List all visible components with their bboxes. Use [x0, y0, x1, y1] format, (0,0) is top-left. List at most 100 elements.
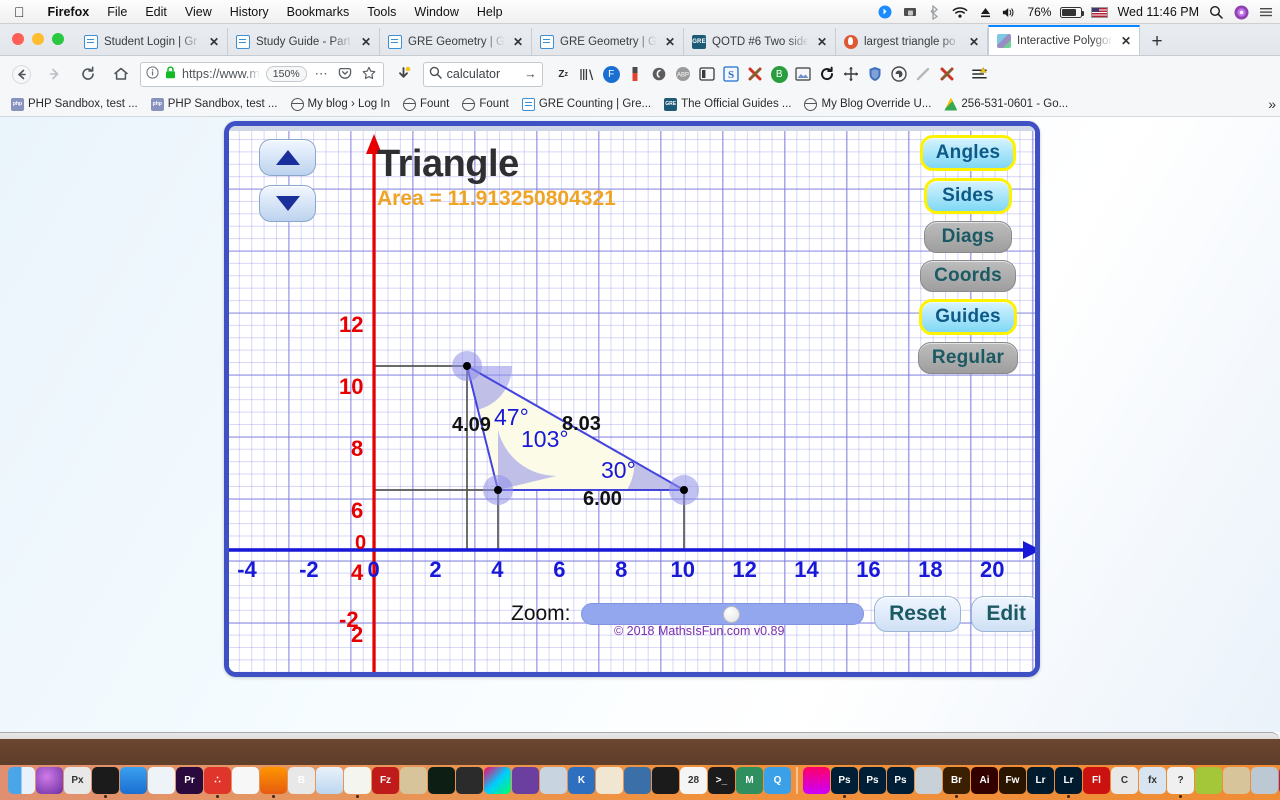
colorsync-icon[interactable]: [484, 767, 511, 794]
image-capture-icon[interactable]: [540, 767, 567, 794]
pencil-icon[interactable]: [915, 66, 932, 83]
app-store-icon[interactable]: [120, 767, 147, 794]
close-tab-icon[interactable]: ✕: [359, 35, 373, 49]
terminal-icon[interactable]: >_: [708, 767, 735, 794]
library-icon[interactable]: [579, 66, 596, 83]
menu-item-edit[interactable]: Edit: [136, 5, 176, 19]
reset-button[interactable]: Reset: [874, 596, 962, 632]
screen-lock-icon[interactable]: [902, 4, 918, 20]
s-blue-icon[interactable]: S: [723, 66, 740, 83]
bookmark-item-8[interactable]: 256-531-0601 - Go...: [939, 97, 1073, 112]
flash-icon[interactable]: Fl: [1083, 767, 1110, 794]
calendar-icon[interactable]: 28: [680, 767, 707, 794]
lightroom-icon[interactable]: Lr: [1027, 767, 1054, 794]
new-tab-button[interactable]: +: [1140, 28, 1174, 55]
final-cut-icon[interactable]: [456, 767, 483, 794]
chrome-icon[interactable]: [232, 767, 259, 794]
volume-icon[interactable]: [1002, 4, 1018, 20]
menu-item-tools[interactable]: Tools: [358, 5, 405, 19]
close-tab-icon[interactable]: ✕: [663, 35, 677, 49]
keynote-icon[interactable]: K: [568, 767, 595, 794]
spotlight-search-icon[interactable]: [1208, 4, 1224, 20]
bluetooth-file-icon[interactable]: [877, 4, 893, 20]
search-input-value[interactable]: calculator: [447, 67, 520, 81]
bookmark-item-3[interactable]: Fount: [398, 97, 454, 112]
forward-button[interactable]: [41, 61, 68, 88]
bookmark-item-1[interactable]: php PHP Sandbox, test ...: [146, 97, 283, 112]
image-icon[interactable]: [795, 66, 812, 83]
bookmark-item-0[interactable]: php PHP Sandbox, test ...: [6, 97, 143, 112]
toggle-button-sides[interactable]: Sides: [924, 178, 1012, 214]
pages-icon[interactable]: [344, 767, 371, 798]
apple-logo-icon[interactable]: : [14, 5, 25, 19]
shield-icon[interactable]: [867, 66, 884, 83]
minimize-window-button[interactable]: [32, 33, 44, 45]
migration-icon[interactable]: [624, 767, 651, 794]
toggle-button-coords[interactable]: Coords: [920, 260, 1016, 292]
f-circle-icon[interactable]: F: [602, 65, 620, 83]
filezilla-icon[interactable]: Fz: [372, 767, 399, 794]
loop-icon[interactable]: [651, 66, 668, 83]
photoshop-icon[interactable]: Ps: [887, 767, 914, 794]
menu-item-history[interactable]: History: [221, 5, 278, 19]
zzz-icon[interactable]: Zz: [555, 66, 572, 83]
paint-icon[interactable]: [596, 767, 623, 794]
bookmark-item-6[interactable]: GRE The Official Guides ...: [659, 97, 796, 112]
move-icon[interactable]: [843, 66, 860, 83]
search-go-icon[interactable]: →: [524, 67, 537, 81]
lightroom-icon[interactable]: Lr: [1055, 767, 1082, 798]
bookmarks-overflow-icon[interactable]: »: [1268, 96, 1276, 112]
close-tab-icon[interactable]: ✕: [1119, 34, 1133, 48]
wifi-icon[interactable]: [952, 4, 968, 20]
close-tab-icon[interactable]: ✕: [967, 35, 981, 49]
mathematica-icon[interactable]: M: [736, 767, 763, 794]
menu-item-firefox[interactable]: Firefox: [39, 5, 99, 19]
address-bar[interactable]: https://www.m 150% ⋯: [140, 61, 384, 87]
bluetooth-icon[interactable]: [927, 4, 943, 20]
preview-icon[interactable]: [148, 767, 175, 794]
ghostery-icon[interactable]: [891, 66, 908, 83]
menu-item-window[interactable]: Window: [405, 5, 467, 19]
zoom-slider[interactable]: [580, 603, 865, 625]
launchpad-icon[interactable]: [1251, 767, 1278, 794]
illustrator-icon[interactable]: Ai: [971, 767, 998, 794]
pocket-icon[interactable]: [336, 66, 354, 83]
b-green-icon[interactable]: B: [770, 65, 788, 83]
firefox-icon[interactable]: [260, 767, 287, 798]
finder-icon[interactable]: [8, 767, 35, 794]
toggle-button-angles[interactable]: Angles: [919, 135, 1017, 171]
toggle-button-guides[interactable]: Guides: [919, 299, 1017, 335]
scroll-up-button[interactable]: [259, 139, 316, 176]
downloads-icon[interactable]: [390, 61, 417, 88]
imovie-icon[interactable]: [512, 767, 539, 794]
bookmark-item-4[interactable]: Fount: [457, 97, 513, 112]
thermometer-icon[interactable]: [627, 66, 644, 83]
edit-button[interactable]: Edit: [971, 596, 1035, 632]
scroll-down-button[interactable]: [259, 185, 316, 222]
android-icon[interactable]: [1195, 767, 1222, 794]
bookmark-item-5[interactable]: GRE Counting | Gre...: [517, 97, 656, 112]
abp-icon[interactable]: ABP: [675, 66, 692, 83]
page-info-icon[interactable]: [146, 66, 159, 82]
premiere-icon[interactable]: Pr: [176, 767, 203, 794]
toggle-button-regular[interactable]: Regular: [917, 342, 1019, 374]
close-tab-icon[interactable]: ✕: [207, 35, 221, 49]
refresh-icon[interactable]: [819, 66, 836, 83]
hamburger-menu-icon[interactable]: [971, 66, 988, 83]
sidebar-icon[interactable]: [699, 66, 716, 83]
battery-icon[interactable]: [1060, 6, 1085, 18]
maximize-window-button[interactable]: [52, 33, 64, 45]
help-icon[interactable]: ?: [1167, 767, 1194, 798]
browser-tab-3[interactable]: GRE Geometry | G ✕: [380, 28, 532, 55]
close-tab-icon[interactable]: ✕: [511, 35, 525, 49]
burn-icon[interactable]: [652, 767, 679, 794]
page-zoom-badge[interactable]: 150%: [265, 66, 307, 82]
eject-icon[interactable]: [977, 4, 993, 20]
siri-icon[interactable]: [36, 767, 63, 794]
toggle-button-diags[interactable]: Diags: [924, 221, 1012, 253]
close-window-button[interactable]: [12, 33, 24, 45]
menu-item-help[interactable]: Help: [468, 5, 512, 19]
textedit-icon[interactable]: [400, 767, 427, 794]
bookmark-star-icon[interactable]: [360, 66, 378, 83]
acrobat-icon[interactable]: ∴: [204, 767, 231, 798]
